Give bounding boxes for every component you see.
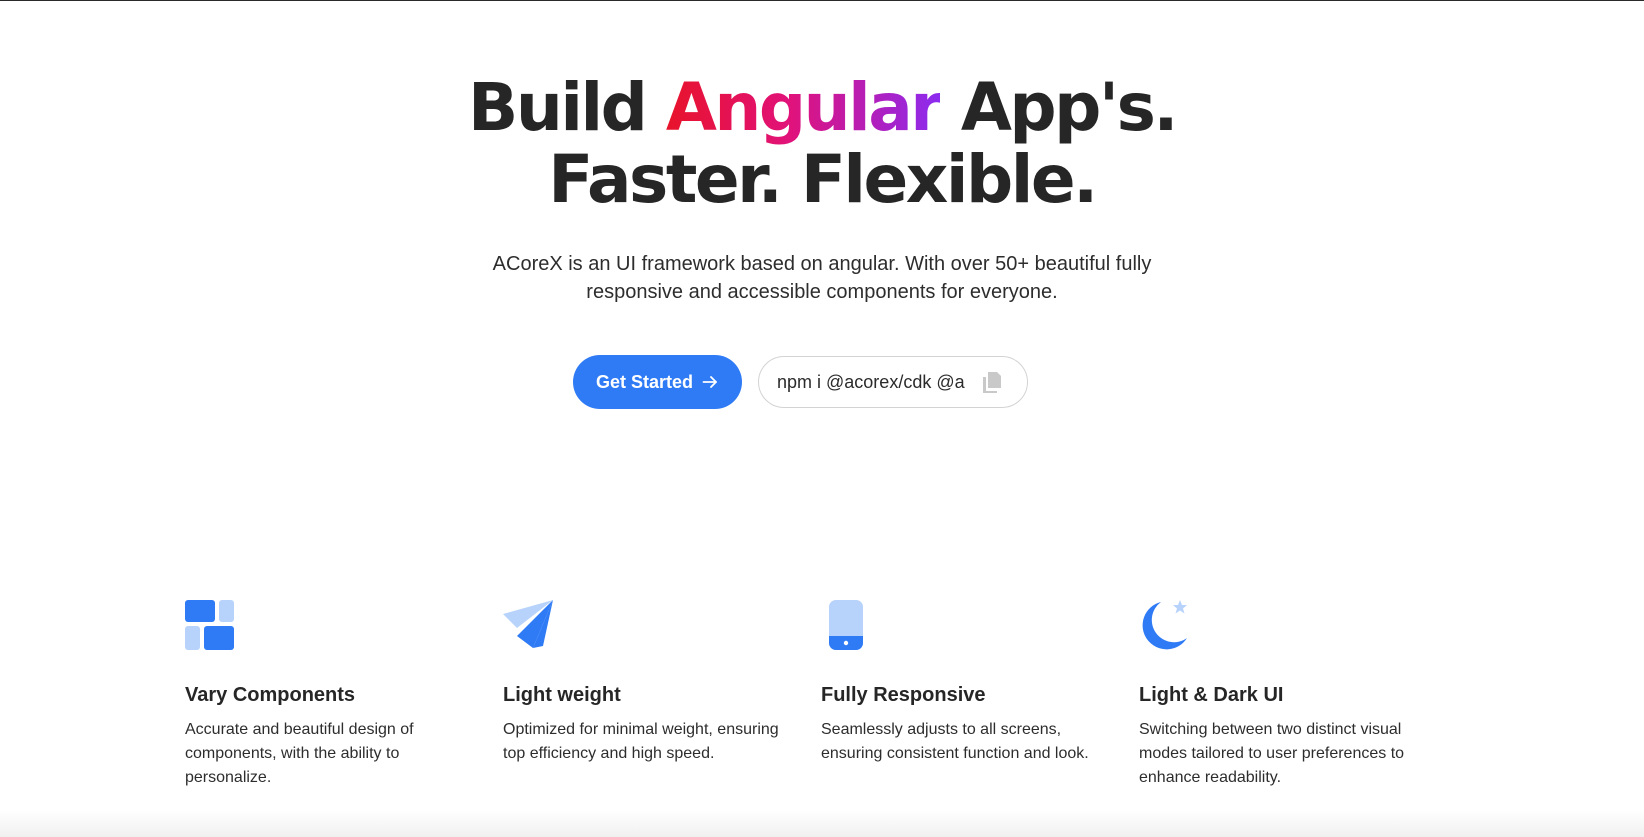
copy-icon[interactable]: [979, 369, 1005, 395]
feature-title: Fully Responsive: [821, 684, 986, 706]
moon-star-icon: [1139, 600, 1189, 650]
hero-subtitle: ACoreX is an UI framework based on angul…: [492, 253, 1152, 303]
headline-line-1: Build Angular App's.: [0, 72, 1644, 144]
arrow-right-icon: [701, 373, 719, 391]
components-grid-icon: [185, 600, 235, 650]
get-started-label: Get Started: [595, 371, 694, 392]
install-command-field[interactable]: npm i @acorex/cdk @acorex/components: [758, 356, 1028, 408]
headline-prefix: Build: [468, 69, 648, 146]
headline-suffix: App's.: [960, 69, 1179, 146]
top-border: [0, 0, 1644, 1]
feature-description: Switching between two distinct visual mo…: [1139, 721, 1405, 786]
get-started-button[interactable]: Get Started: [573, 355, 742, 409]
page-bottom-shade: [0, 810, 1644, 837]
feature-fully-responsive: Fully Responsive Seamlessly adjusts to a…: [821, 600, 1111, 762]
hero-headline: Build Angular App's. Faster. Flexible.: [0, 72, 1644, 216]
headline-line-2: Faster. Flexible.: [548, 141, 1098, 218]
cta-row: Get Started npm i @acorex/cdk @acorex/co…: [573, 355, 1028, 409]
install-command-text[interactable]: npm i @acorex/cdk @acorex/components: [777, 372, 965, 393]
paper-plane-icon: [503, 600, 553, 650]
feature-light-weight: Light weight Optimized for minimal weigh…: [503, 600, 793, 762]
feature-description: Optimized for minimal weight, ensuring t…: [503, 721, 779, 762]
mobile-device-icon: [821, 600, 871, 650]
headline-highlight: Angular: [665, 69, 943, 146]
feature-title: Light weight: [503, 684, 621, 706]
feature-title: Light & Dark UI: [1139, 684, 1284, 706]
feature-description: Accurate and beautiful design of compone…: [185, 721, 414, 786]
feature-vary-components: Vary Components Accurate and beautiful d…: [185, 600, 475, 786]
feature-description: Seamlessly adjusts to all screens, ensur…: [821, 721, 1089, 762]
feature-title: Vary Components: [185, 684, 356, 706]
feature-light-dark-ui: Light & Dark UI Switching between two di…: [1139, 600, 1429, 786]
